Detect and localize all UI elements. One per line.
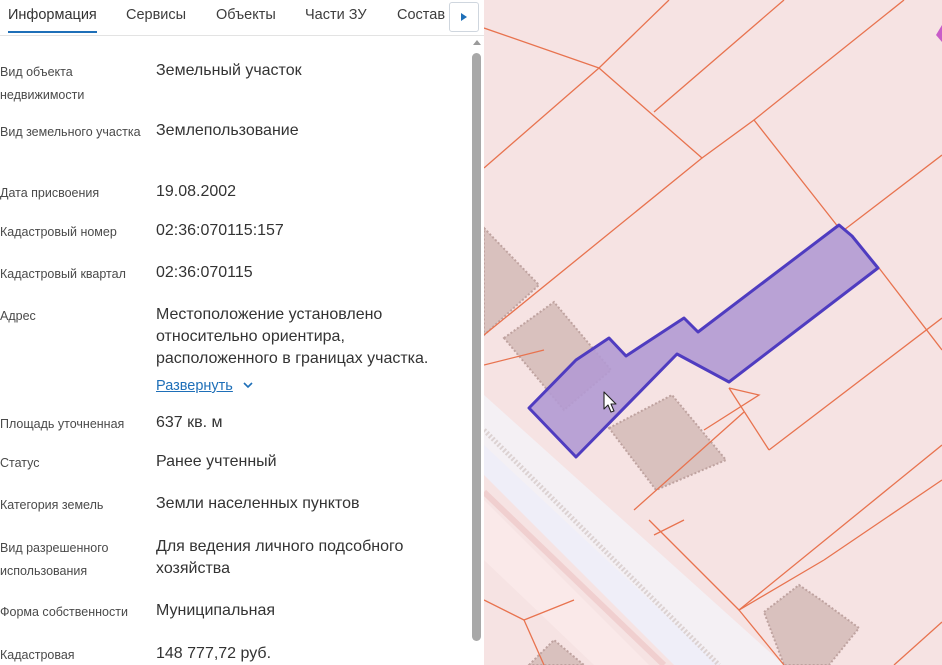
caret-right-icon: [461, 13, 467, 21]
parcel-boundary: [701, 119, 840, 229]
tab-services[interactable]: Сервисы: [126, 0, 186, 33]
field-value-ownership: Муниципальная: [156, 602, 276, 619]
field-value-cadastral-number: 02:36:070115:157: [156, 222, 284, 239]
field-label-cadastral-quarter: Кадастровый квартал: [0, 267, 126, 281]
field-value-cadastral-quarter: 02:36:070115: [156, 264, 253, 281]
field-value-address: Местоположение установлено относительно …: [156, 306, 429, 367]
field-value-assign-date: 19.08.2002: [156, 183, 237, 200]
field-label-cadastral-value: Кадастровая: [0, 648, 75, 662]
chevron-down-icon[interactable]: [243, 378, 253, 392]
parcel-boundary: [768, 317, 942, 451]
field-value-status: Ранее учтенный: [156, 453, 277, 470]
field-value-permitted-use: Для ведения личного подсобного хозяйства: [156, 538, 404, 577]
address-expand-link[interactable]: Развернуть: [156, 377, 233, 395]
parcel-boundary: [523, 619, 545, 665]
building: [607, 393, 728, 492]
field-value-cadastral-value: 148 777,72 руб.: [156, 645, 272, 662]
tab-land-parts[interactable]: Части ЗУ: [305, 0, 367, 33]
map-canvas: [484, 0, 942, 665]
tab-information[interactable]: Информация: [8, 0, 97, 33]
parcel-boundary: [653, 519, 685, 536]
parcel-boundary: [823, 479, 942, 561]
field-label-permitted-use: Вид разрешенного использования: [0, 541, 109, 578]
parcel-boundary: [484, 67, 600, 169]
field-label-ownership: Форма собственности: [0, 605, 128, 619]
field-label-address: Адрес: [0, 309, 36, 323]
parcel-boundary: [878, 267, 942, 351]
parcel-boundary: [484, 0, 670, 69]
scrollbar-thumb[interactable]: [472, 53, 481, 641]
parcel-boundary: [843, 154, 942, 231]
field-label-status: Статус: [0, 456, 40, 470]
building: [762, 583, 861, 665]
field-value-area: 637 кв. м: [156, 414, 223, 431]
parcel-boundary: [753, 0, 905, 121]
parcel-boundary: [893, 621, 942, 665]
field-label-object-type: Вид объекта недвижимости: [0, 65, 85, 102]
field-value-land-category: Земли населенных пунктов: [156, 495, 360, 512]
field-label-land-type: Вид земельного участка: [0, 125, 141, 139]
tabs-scroll-right-button[interactable]: [449, 2, 479, 32]
field-label-assign-date: Дата присвоения: [0, 186, 100, 200]
field-label-land-category: Категория земель: [0, 498, 104, 512]
parcel-boundary: [738, 444, 942, 611]
scroll-up-arrow-icon[interactable]: [473, 40, 481, 45]
neighbor-parcel-marker: [936, 25, 942, 42]
cadastral-map[interactable]: [484, 0, 942, 665]
field-label-area: Площадь уточненная: [0, 417, 125, 431]
tab-bar: Информация Сервисы Объекты Части ЗУ Сост…: [0, 0, 484, 36]
field-value-object-type: Земельный участок: [156, 62, 302, 79]
parcel-boundary: [728, 387, 770, 451]
tab-objects[interactable]: Объекты: [216, 0, 276, 33]
field-label-cadastral-number: Кадастровый номер: [0, 225, 117, 239]
field-value-land-type: Землепользование: [156, 122, 299, 139]
info-panel: Информация Сервисы Объекты Части ЗУ Сост…: [0, 0, 484, 665]
parcel-boundary: [653, 0, 785, 113]
tab-composition[interactable]: Состав: [397, 0, 445, 33]
